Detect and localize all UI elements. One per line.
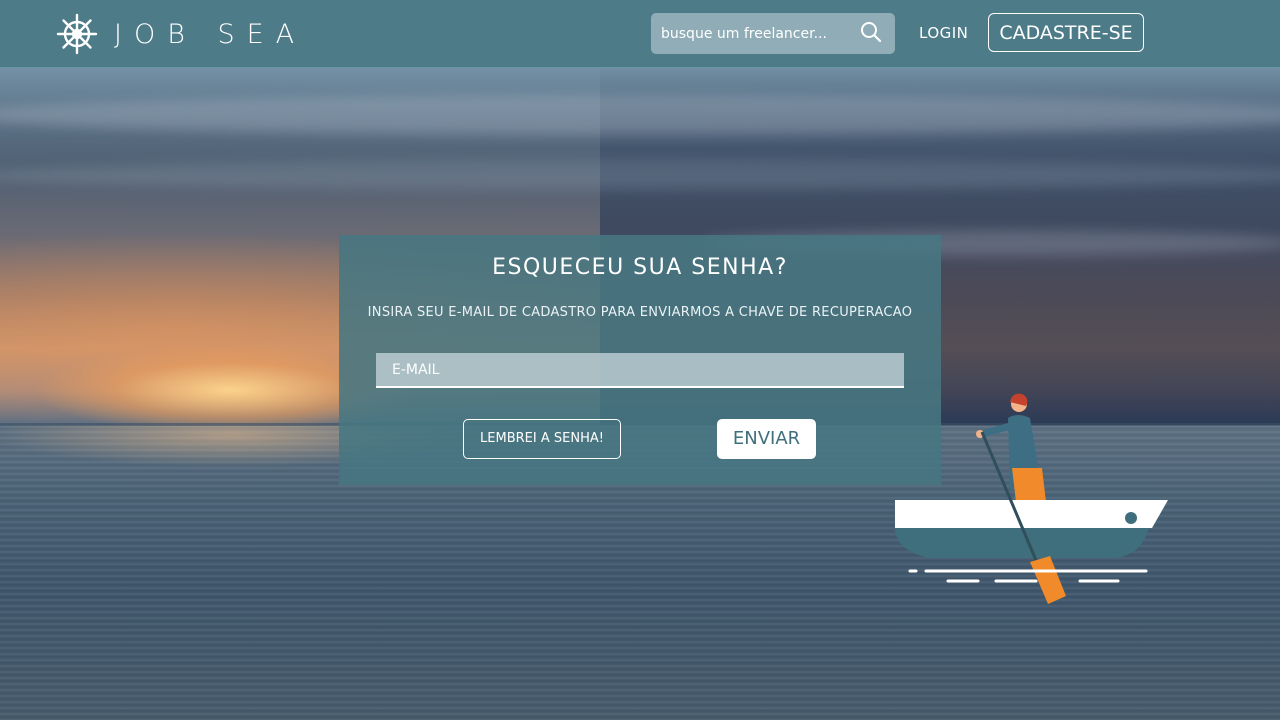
send-button[interactable]: ENVIAR: [717, 419, 816, 459]
search-icon[interactable]: [860, 21, 882, 47]
login-link[interactable]: LOGIN: [919, 24, 968, 42]
top-navbar: JOB SEA LOGIN CADASTRE-SE: [0, 0, 1280, 68]
remembered-password-button[interactable]: LEMBREI A SENHA!: [463, 419, 621, 459]
recovery-subtitle: INSIRA SEU E-MAIL DE CADASTRO PARA ENVIA…: [367, 305, 913, 320]
signup-button[interactable]: CADASTRE-SE: [988, 13, 1144, 52]
cloud: [0, 160, 1280, 190]
recovery-title: ESQUECEU SUA SENHA?: [492, 255, 788, 280]
helm-icon: [56, 13, 98, 55]
cloud: [0, 95, 1280, 135]
rowboat-illustration: [890, 390, 1180, 614]
search-input[interactable]: [651, 13, 861, 54]
search-box: [651, 13, 895, 54]
email-field[interactable]: [376, 353, 904, 388]
brand-name: JOB SEA: [114, 18, 307, 50]
brand-logo[interactable]: JOB SEA: [56, 13, 306, 55]
